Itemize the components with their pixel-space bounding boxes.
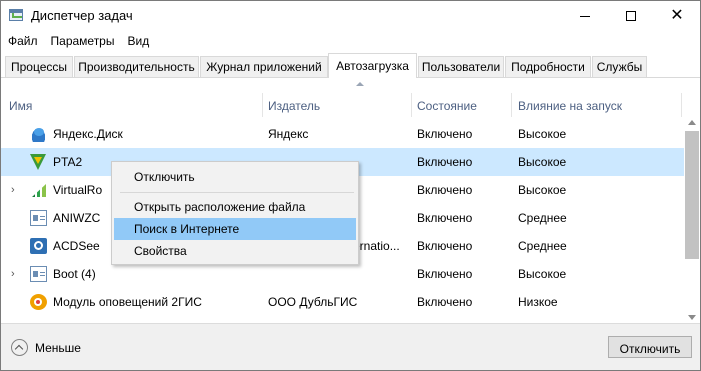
row-name: Boot (4)	[53, 267, 96, 281]
row-status: Включено	[417, 211, 473, 225]
row-impact: Низкое	[518, 295, 558, 309]
column-name[interactable]: Имя	[9, 99, 32, 113]
menu-options[interactable]: Параметры	[44, 32, 121, 52]
column-divider[interactable]	[411, 93, 412, 117]
window-title: Диспетчер задач	[31, 8, 133, 23]
chevron-up-icon[interactable]	[11, 339, 28, 356]
camera-icon	[30, 238, 47, 254]
column-header: Имя Издатель Состояние Влияние на запуск	[1, 93, 684, 117]
tab-performance[interactable]: Производительность	[74, 56, 199, 77]
yandex-disk-icon	[30, 126, 47, 142]
menu-bar: Файл Параметры Вид	[1, 32, 155, 52]
row-publisher: ООО ДубльГИС	[268, 295, 358, 309]
menu-file[interactable]: Файл	[1, 32, 44, 52]
maximize-button[interactable]	[608, 1, 654, 31]
row-name: Яндекс.Диск	[53, 127, 123, 141]
title-bar[interactable]: Диспетчер задач ✕	[1, 1, 700, 31]
scroll-thumb[interactable]	[685, 131, 699, 259]
close-icon: ✕	[670, 7, 684, 24]
task-manager-icon	[9, 9, 23, 21]
chevron-right-icon[interactable]: ›	[11, 268, 15, 280]
window-icon	[30, 266, 47, 282]
scroll-up-icon[interactable]	[688, 120, 696, 125]
row-publisher: ernatio...	[353, 239, 400, 253]
row-publisher: Яндекс	[268, 127, 309, 141]
ctx-search-online[interactable]: Поиск в Интернете	[114, 218, 356, 240]
column-impact[interactable]: Влияние на запуск	[518, 99, 622, 113]
tab-details[interactable]: Подробности	[505, 56, 591, 77]
map-pin-icon	[30, 294, 47, 310]
row-status: Включено	[417, 183, 473, 197]
row-status: Включено	[417, 127, 473, 141]
ctx-disable[interactable]: Отключить	[114, 166, 356, 188]
row-impact: Среднее	[518, 239, 567, 253]
maximize-icon	[626, 11, 636, 21]
row-status: Включено	[417, 155, 473, 169]
row-name: Модуль оповещений 2ГИС	[53, 295, 202, 309]
disable-button[interactable]: Отключить	[608, 336, 692, 358]
tab-processes[interactable]: Процессы	[5, 56, 73, 77]
column-divider[interactable]	[511, 93, 512, 117]
fewer-details-link[interactable]: Меньше	[35, 341, 81, 355]
column-status[interactable]: Состояние	[417, 99, 477, 113]
column-publisher[interactable]: Издатель	[268, 99, 320, 113]
row-impact: Высокое	[518, 155, 567, 169]
minimize-button[interactable]	[562, 1, 608, 31]
context-menu: Отключить Открыть расположение файла Пои…	[111, 161, 359, 265]
minimize-icon	[580, 15, 590, 17]
row-status: Включено	[417, 267, 473, 281]
ctx-open-file-location[interactable]: Открыть расположение файла	[114, 196, 356, 218]
row-status: Включено	[417, 239, 473, 253]
vertical-scrollbar[interactable]	[684, 117, 700, 323]
signal-bars-icon	[30, 182, 47, 198]
menu-view[interactable]: Вид	[120, 32, 155, 52]
close-button[interactable]: ✕	[654, 1, 700, 31]
footer-bar: Меньше Отключить	[1, 323, 700, 370]
tab-services[interactable]: Службы	[592, 56, 647, 77]
ctx-properties[interactable]: Свойства	[114, 240, 356, 262]
column-divider[interactable]	[262, 93, 263, 117]
row-impact: Высокое	[518, 127, 567, 141]
shield-icon	[30, 154, 46, 170]
row-status: Включено	[417, 295, 473, 309]
task-manager-window: Диспетчер задач ✕ Файл Параметры Вид Про…	[0, 0, 701, 371]
table-row[interactable]: Яндекс.Диск Яндекс Включено Высокое	[1, 120, 684, 148]
tab-users[interactable]: Пользователи	[418, 56, 504, 77]
ctx-separator	[120, 192, 354, 193]
chevron-right-icon[interactable]: ›	[11, 184, 15, 196]
row-impact: Среднее	[518, 211, 567, 225]
row-impact: Высокое	[518, 267, 567, 281]
window-icon	[30, 210, 47, 226]
tab-app-history[interactable]: Журнал приложений	[200, 56, 328, 77]
table-row[interactable]: Модуль оповещений 2ГИС ООО ДубльГИС Вклю…	[1, 288, 684, 316]
scroll-down-icon[interactable]	[688, 315, 696, 320]
tab-startup[interactable]: Автозагрузка	[328, 53, 417, 78]
row-impact: Высокое	[518, 183, 567, 197]
column-divider[interactable]	[681, 93, 682, 117]
sort-caret-icon	[356, 82, 365, 87]
tab-strip: Процессы Производительность Журнал прило…	[1, 53, 700, 78]
